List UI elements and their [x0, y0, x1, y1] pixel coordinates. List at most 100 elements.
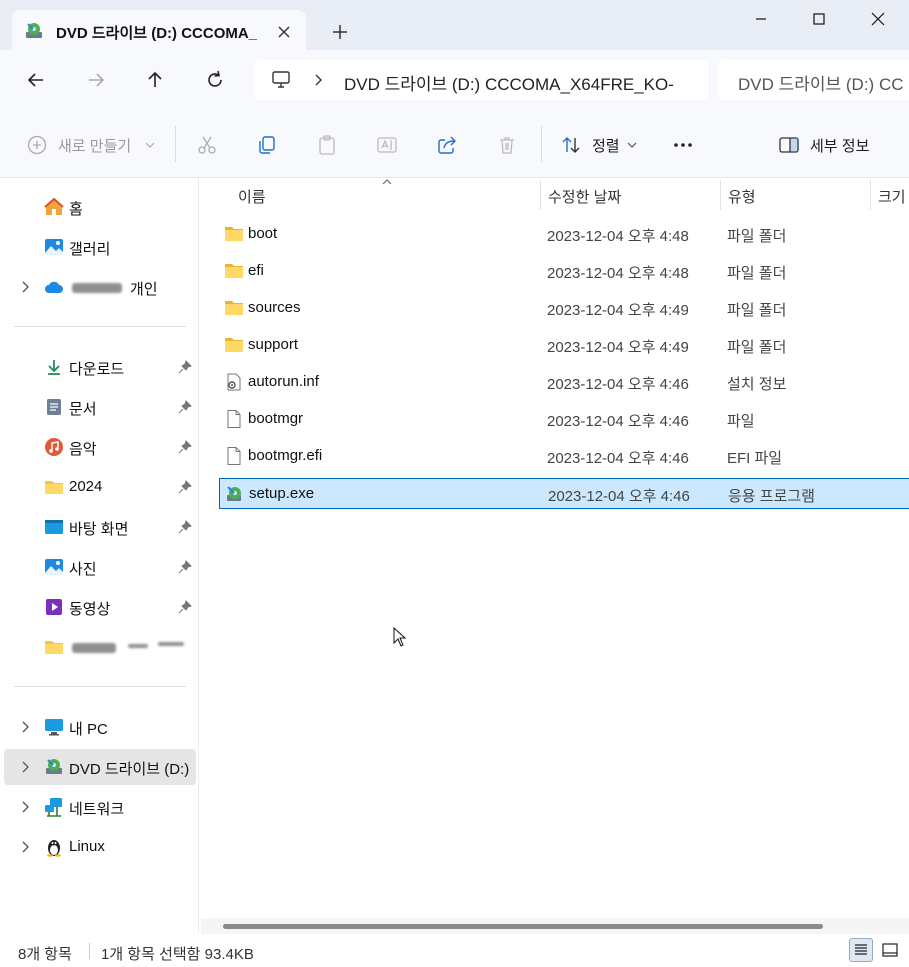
sidebar-item-label: 문서 [69, 401, 97, 418]
delete-icon[interactable] [496, 134, 518, 156]
sidebar-item-dvd-drive[interactable]: DVD 드라이브 (D:) [4, 749, 196, 785]
sidebar-item-downloads[interactable]: 다운로드 [4, 349, 196, 385]
refresh-icon[interactable] [203, 68, 227, 92]
sidebar-item-2024[interactable]: 2024 [4, 469, 196, 505]
sidebar-item-home[interactable]: 홈 [4, 189, 196, 225]
close-window-icon[interactable] [867, 8, 889, 30]
chevron-right-icon[interactable] [18, 840, 32, 854]
pin-icon[interactable] [178, 400, 192, 414]
file-name: efi [248, 262, 264, 279]
video-icon [44, 597, 64, 617]
column-header-type[interactable]: 유형 [728, 186, 756, 207]
sort-ascending-icon [381, 178, 393, 186]
file-row-bootmgr[interactable]: bootmgr 2023-12-04 오후 4:46 파일 [219, 404, 909, 435]
chevron-right-icon[interactable] [18, 800, 32, 814]
file-row-bootmgr-efi[interactable]: bootmgr.efi 2023-12-04 오후 4:46 EFI 파일 [219, 441, 909, 472]
setup-app-icon [225, 485, 245, 503]
sidebar-item-pictures[interactable]: 사진 [4, 549, 196, 585]
sidebar-item-folder[interactable] [4, 629, 196, 665]
file-name: setup.exe [249, 485, 315, 502]
tiles-view-icon[interactable] [878, 938, 902, 962]
plus-circle-icon [26, 134, 48, 156]
search-input[interactable]: DVD 드라이브 (D:) CC [718, 60, 909, 100]
paste-icon[interactable] [316, 134, 338, 156]
file-name: support [248, 336, 299, 353]
chevron-right-icon[interactable] [18, 760, 32, 774]
file-row-support[interactable]: support 2023-12-04 오후 4:49 파일 폴더 [219, 330, 909, 361]
pin-icon[interactable] [178, 520, 192, 534]
scrollbar-thumb[interactable] [223, 924, 823, 929]
copy-icon[interactable] [256, 134, 278, 156]
back-arrow-icon[interactable] [24, 68, 48, 92]
details-pane-button[interactable]: 세부 정보 [778, 134, 888, 156]
rename-icon[interactable] [376, 134, 398, 156]
sidebar-item-gallery[interactable]: 갤러리 [4, 229, 196, 265]
pin-icon[interactable] [178, 560, 192, 574]
sidebar-item-videos[interactable]: 동영상 [4, 589, 196, 625]
column-header-name[interactable]: 이름 [238, 186, 266, 207]
sidebar-item-documents[interactable]: 문서 [4, 389, 196, 425]
minimize-icon[interactable] [750, 8, 772, 30]
file-row-efi[interactable]: efi 2023-12-04 오후 4:48 파일 폴더 [219, 256, 909, 287]
column-separator[interactable] [540, 180, 541, 210]
chevron-right-icon[interactable] [18, 720, 32, 734]
toolbar-divider [541, 126, 542, 162]
chevron-right-icon[interactable] [310, 72, 326, 88]
folder-icon [224, 299, 244, 317]
sidebar-item-music[interactable]: 음악 [4, 429, 196, 465]
sidebar-item-label: 갤러리 [69, 241, 111, 258]
music-icon [44, 437, 64, 457]
sidebar-item-linux[interactable]: Linux [4, 829, 196, 865]
details-view-icon[interactable] [849, 938, 873, 962]
sidebar-item-desktop[interactable]: 바탕 화면 [4, 509, 196, 545]
network-icon [44, 797, 64, 817]
navigation-pane: 홈 갤러리 개인 다운로드 문서 음악 2024 바탕 화면 사진 동영상 내 … [0, 178, 199, 933]
column-header-modified[interactable]: 수정한 날짜 [548, 186, 621, 207]
more-options-icon[interactable] [672, 134, 694, 156]
search-placeholder: DVD 드라이브 (D:) CC [738, 75, 904, 94]
sidebar-item-label: 개인 [130, 281, 158, 298]
up-arrow-icon[interactable] [143, 68, 167, 92]
sidebar-item-label: Linux [69, 838, 105, 855]
sidebar-item-label: 바탕 화면 [69, 521, 129, 538]
gallery-icon [44, 237, 64, 257]
new-button[interactable]: 새로 만들기 [26, 134, 176, 156]
pin-icon[interactable] [178, 360, 192, 374]
sidebar-divider [14, 686, 186, 687]
pin-icon[interactable] [178, 440, 192, 454]
chevron-right-icon[interactable] [18, 280, 32, 294]
sidebar-item-this-pc[interactable]: 내 PC [4, 709, 196, 745]
file-row-autorun[interactable]: autorun.inf 2023-12-04 오후 4:46 설치 정보 [219, 367, 909, 398]
pin-icon[interactable] [178, 480, 192, 494]
file-modified: 2023-12-04 오후 4:46 [547, 376, 689, 393]
sidebar-divider [14, 326, 186, 327]
cloud-icon [44, 277, 64, 297]
sidebar-item-label: 홈 [69, 201, 83, 218]
column-separator[interactable] [870, 180, 871, 210]
new-tab-icon[interactable] [328, 20, 352, 44]
tab-dvd-drive[interactable]: DVD 드라이브 (D:) CCCOMA_ [12, 10, 306, 52]
file-row-setup[interactable]: setup.exe 2023-12-04 오후 4:46 응용 프로그램 [219, 478, 909, 509]
sidebar-item-label: 음악 [69, 441, 97, 458]
file-row-boot[interactable]: boot 2023-12-04 오후 4:48 파일 폴더 [219, 219, 909, 250]
maximize-icon[interactable] [808, 8, 830, 30]
sidebar-item-label: 네트워크 [69, 801, 125, 818]
address-input[interactable]: DVD 드라이브 (D:) CCCOMA_X64FRE_KO- [254, 60, 708, 100]
share-icon[interactable] [436, 134, 458, 156]
close-tab-icon[interactable] [274, 22, 294, 42]
forward-arrow-icon[interactable] [84, 68, 108, 92]
pin-icon[interactable] [178, 600, 192, 614]
sort-button[interactable]: 정렬 [560, 134, 642, 156]
cut-icon[interactable] [196, 134, 218, 156]
sidebar-item-onedrive[interactable]: 개인 [4, 269, 196, 305]
file-row-sources[interactable]: sources 2023-12-04 오후 4:49 파일 폴더 [219, 293, 909, 324]
column-separator[interactable] [720, 180, 721, 210]
horizontal-scrollbar[interactable] [201, 918, 909, 934]
sort-arrows-icon [560, 134, 582, 156]
address-bar: DVD 드라이브 (D:) CCCOMA_X64FRE_KO- DVD 드라이브… [0, 50, 909, 110]
file-modified: 2023-12-04 오후 4:46 [547, 450, 689, 467]
file-type: 응용 프로그램 [728, 488, 815, 505]
sidebar-item-network[interactable]: 네트워크 [4, 789, 196, 825]
column-header-size[interactable]: 크기 [878, 186, 906, 207]
address-path: DVD 드라이브 (D:) CCCOMA_X64FRE_KO- [344, 75, 674, 94]
